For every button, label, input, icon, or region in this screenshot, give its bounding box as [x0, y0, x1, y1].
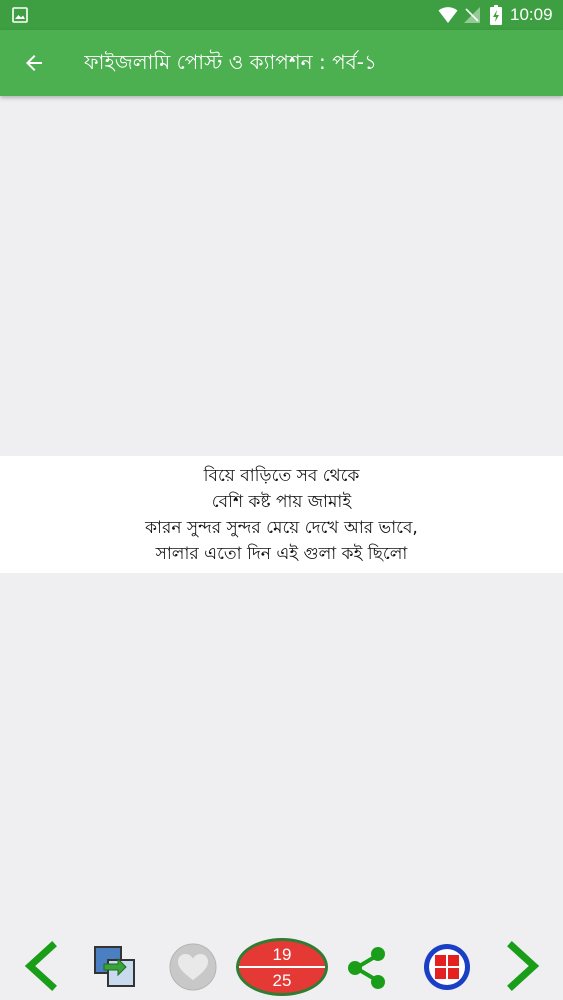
battery-charging-icon	[490, 5, 502, 25]
no-signal-icon	[464, 7, 480, 23]
copy-icon	[94, 946, 135, 987]
status-time: 10:09	[510, 5, 553, 24]
counter-current: 19	[272, 945, 292, 964]
post-line: সালার এতো দিন এই গুলা কই ছিলো	[155, 543, 408, 564]
favorite-button[interactable]	[168, 942, 218, 992]
counter-divider	[239, 966, 325, 968]
previous-button[interactable]	[16, 940, 62, 992]
page-title: ফাইজলামি পোস্ট ও ক্যাপশন : পর্ব-১	[84, 50, 377, 74]
heart-icon	[169, 943, 217, 991]
share-icon	[348, 947, 385, 989]
arrow-left-icon	[26, 55, 42, 71]
post-line: কারন সুন্দর সুন্দর মেয়ে দেখে আর ভাবে,	[145, 517, 418, 538]
copy-button[interactable]	[92, 944, 138, 990]
post-card: বিয়ে বাড়িতে সব থেকে বেশি কষ্ট পায় জাম…	[0, 456, 563, 573]
app-bar: ফাইজলামি পোস্ট ও ক্যাপশন : পর্ব-১	[0, 30, 563, 96]
bottom-toolbar: 19 25	[0, 930, 563, 1000]
wifi-icon	[438, 7, 458, 23]
share-button[interactable]	[342, 942, 392, 992]
back-button[interactable]	[12, 41, 56, 85]
item-counter: 19 25	[236, 938, 328, 996]
status-bar: 10:09	[0, 0, 563, 30]
next-button[interactable]	[502, 940, 548, 992]
grid-menu-button[interactable]	[422, 942, 472, 992]
counter-total: 25	[272, 971, 292, 990]
chevron-right-icon	[507, 941, 540, 991]
gallery-icon	[12, 7, 28, 23]
grid-icon	[424, 944, 470, 990]
post-line: বেশি কষ্ট পায় জামাই	[211, 491, 352, 512]
chevron-left-icon	[24, 941, 57, 991]
post-line: বিয়ে বাড়িতে সব থেকে	[203, 465, 360, 486]
